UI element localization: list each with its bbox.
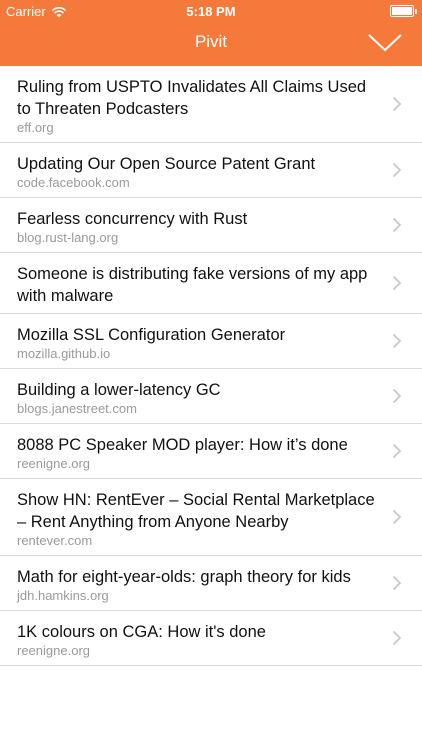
- story-list: Ruling from USPTO Invalidates All Claims…: [0, 66, 422, 666]
- page-title: Pivit: [194, 32, 228, 51]
- chevron-right-icon: [392, 630, 402, 646]
- list-item[interactable]: Ruling from USPTO Invalidates All Claims…: [0, 66, 422, 143]
- story-title: Building a lower-latency GC: [17, 381, 221, 399]
- list-item[interactable]: Updating Our Open Source Patent Grant co…: [0, 143, 422, 198]
- chevron-right-icon: [392, 443, 402, 459]
- status-time: 5:18 PM: [186, 4, 236, 19]
- story-domain: reenigne.org: [17, 643, 90, 658]
- list-item[interactable]: Fearless concurrency with Rust blog.rust…: [0, 198, 422, 253]
- story-title: Mozilla SSL Configuration Generator: [17, 326, 286, 344]
- story-domain: eff.org: [17, 120, 54, 135]
- battery-fill: [392, 7, 412, 15]
- story-domain: blogs.janestreet.com: [17, 401, 137, 416]
- nav-bar: Carrier 5:18 PM Pivit: [0, 0, 422, 66]
- story-domain: mozilla.github.io: [17, 346, 111, 361]
- chevron-right-icon: [392, 275, 402, 291]
- list-item[interactable]: Mozilla SSL Configuration Generator mozi…: [0, 314, 422, 369]
- list-item[interactable]: Building a lower-latency GC blogs.janest…: [0, 369, 422, 424]
- story-domain: blog.rust-lang.org: [17, 230, 119, 245]
- chevron-right-icon: [392, 333, 402, 349]
- story-domain: code.facebook.com: [17, 175, 130, 190]
- story-domain: jdh.hamkins.org: [17, 588, 109, 603]
- chevron-right-icon: [392, 388, 402, 404]
- list-item[interactable]: 8088 PC Speaker MOD player: How it’s don…: [0, 424, 422, 479]
- story-domain: rentever.com: [17, 533, 93, 548]
- list-item[interactable]: Show HN: RentEver – Social Rental Market…: [0, 479, 422, 556]
- story-title: Fearless concurrency with Rust: [17, 210, 248, 228]
- story-title: Math for eight-year-olds: graph theory f…: [17, 568, 351, 586]
- chevron-right-icon: [392, 96, 402, 112]
- chevron-right-icon: [392, 509, 402, 525]
- story-title: Updating Our Open Source Patent Grant: [17, 155, 316, 173]
- list-item[interactable]: 1K colours on CGA: How it's done reenign…: [0, 611, 422, 666]
- list-item[interactable]: Someone is distributing fake versions of…: [0, 253, 422, 314]
- story-title: Ruling from USPTO Invalidates All Claims…: [17, 78, 367, 118]
- list-item[interactable]: Math for eight-year-olds: graph theory f…: [0, 556, 422, 611]
- battery-icon: [390, 5, 417, 17]
- chevron-right-icon: [392, 217, 402, 233]
- story-title: 8088 PC Speaker MOD player: How it’s don…: [17, 436, 348, 454]
- story-title: Show HN: RentEver – Social Rental Market…: [17, 491, 375, 531]
- story-title: Someone is distributing fake versions of…: [17, 265, 368, 305]
- chevron-right-icon: [392, 162, 402, 178]
- chevron-right-icon: [392, 575, 402, 591]
- status-bar: Carrier 5:18 PM: [0, 0, 422, 22]
- story-domain: reenigne.org: [17, 456, 90, 471]
- chevron-down-icon[interactable]: [368, 33, 402, 53]
- story-title: 1K colours on CGA: How it's done: [17, 623, 266, 641]
